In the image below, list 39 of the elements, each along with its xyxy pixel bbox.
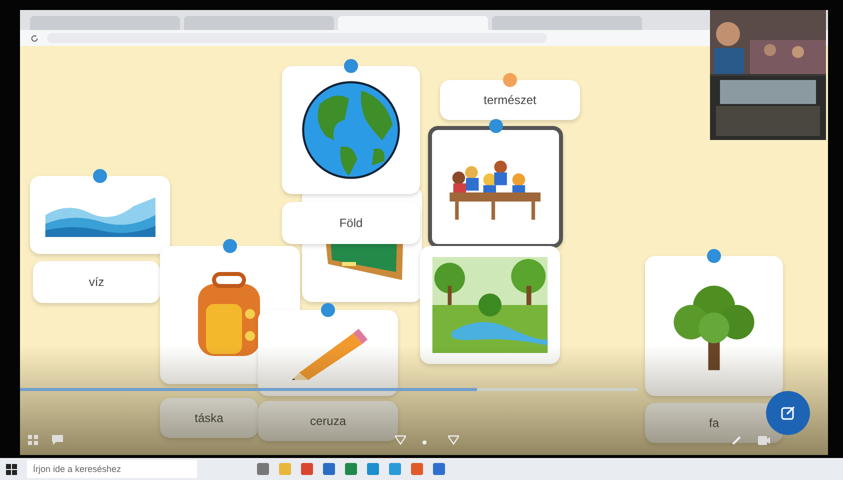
word-card[interactable]: Föld — [282, 202, 420, 244]
connector-dot[interactable] — [93, 169, 107, 183]
word-label: fa — [708, 416, 719, 430]
word-label: víz — [88, 275, 104, 289]
connector-dot[interactable] — [223, 239, 237, 253]
progress-bar[interactable] — [20, 388, 638, 391]
taskbar-app-icon[interactable] — [301, 463, 313, 475]
chat-icon[interactable] — [52, 435, 63, 445]
connector-dot[interactable] — [344, 59, 358, 73]
word-card[interactable]: víz — [33, 261, 160, 303]
word-label: Föld — [339, 216, 363, 230]
word-card[interactable]: fa — [645, 403, 783, 443]
reload-icon[interactable] — [30, 34, 39, 42]
search-field[interactable]: Írjon ide a kereséshez — [27, 460, 197, 478]
edit-button[interactable] — [766, 391, 810, 435]
pencil-icon[interactable] — [732, 435, 742, 445]
picture-card[interactable] — [428, 126, 563, 248]
taskbar-app-icon[interactable] — [323, 463, 335, 475]
taskbar-app-icon[interactable] — [389, 463, 401, 475]
word-label: természet — [484, 93, 536, 107]
picture-card[interactable] — [282, 66, 420, 194]
taskbar-app-icon[interactable] — [257, 463, 269, 475]
word-card[interactable]: természet — [440, 80, 580, 120]
edit-icon — [780, 405, 796, 421]
word-card[interactable]: táska — [160, 398, 258, 438]
taskbar-app-icon[interactable] — [367, 463, 379, 475]
connector-dot[interactable] — [321, 303, 335, 317]
connector-dot[interactable] — [503, 73, 517, 87]
camera-icon[interactable] — [758, 436, 770, 445]
word-label: táska — [194, 411, 224, 425]
dot-icon[interactable] — [422, 440, 427, 445]
word-card[interactable]: ceruza — [258, 401, 398, 441]
taskbar-app-icon[interactable] — [345, 463, 357, 475]
connector-dot[interactable] — [707, 249, 721, 263]
taskbar-app-icon[interactable] — [433, 463, 445, 475]
taskbar-app-icon[interactable] — [411, 463, 423, 475]
start-icon[interactable] — [6, 464, 17, 474]
grid-icon[interactable] — [28, 435, 38, 445]
word-label: ceruza — [310, 414, 346, 428]
